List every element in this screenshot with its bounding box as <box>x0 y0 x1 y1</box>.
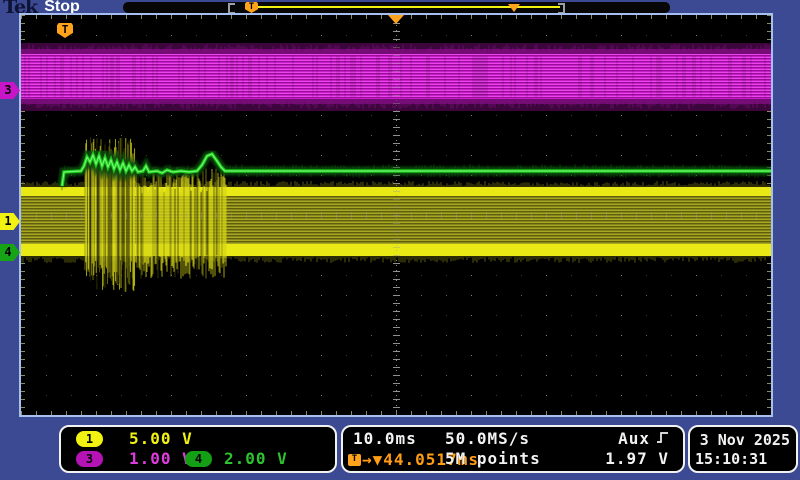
graticule: T <box>19 13 773 417</box>
waveform-display <box>21 15 771 415</box>
record-expansion-triangle-icon <box>508 4 520 12</box>
oscilloscope-screen: Tek Stop T T 3 1 4 1 5.00 V 3 1.00 V 4 2… <box>0 0 800 480</box>
sample-rate-readout: 50.0MS/s <box>445 429 530 448</box>
rising-edge-slope-icon <box>656 429 669 448</box>
record-trigger-marker-icon[interactable]: T <box>245 2 258 13</box>
trigger-delay-arrows: →▼ <box>362 450 383 469</box>
channel-3-ground-marker[interactable]: 3 <box>0 82 20 99</box>
channel-1-ground-marker[interactable]: 1 <box>0 213 20 230</box>
channel-1-scale: 5.00 V <box>129 429 193 448</box>
channel-4-ground-marker[interactable]: 4 <box>0 244 20 261</box>
timebase-readout: 10.0ms <box>353 429 417 448</box>
channel-3-scale: 1.00 V <box>129 449 193 468</box>
trigger-t-icon: T <box>348 454 361 466</box>
trigger-source-readout: Aux <box>618 429 669 448</box>
expansion-point-triangle-icon[interactable] <box>388 15 404 24</box>
horizontal-trigger-readout-box[interactable]: 10.0ms 50.0MS/s Aux T→▼44.0517ms 5M poin… <box>341 425 685 473</box>
channel-scale-readout-box[interactable]: 1 5.00 V 3 1.00 V 4 2.00 V <box>59 425 337 473</box>
channel-3-badge[interactable]: 3 <box>76 451 103 467</box>
time-readout: 15:10:31 <box>695 450 767 468</box>
channel-1-badge[interactable]: 1 <box>76 431 103 447</box>
record-view-bar[interactable]: T <box>123 2 670 13</box>
trigger-level-readout: 1.97 V <box>605 449 669 468</box>
channel-4-badge[interactable]: 4 <box>185 451 212 467</box>
date-readout: 3 Nov 2025 <box>700 431 790 449</box>
record-length-readout: 5M points <box>445 449 541 468</box>
channel-4-scale: 2.00 V <box>224 449 288 468</box>
datetime-box: 3 Nov 2025 15:10:31 <box>688 425 798 473</box>
